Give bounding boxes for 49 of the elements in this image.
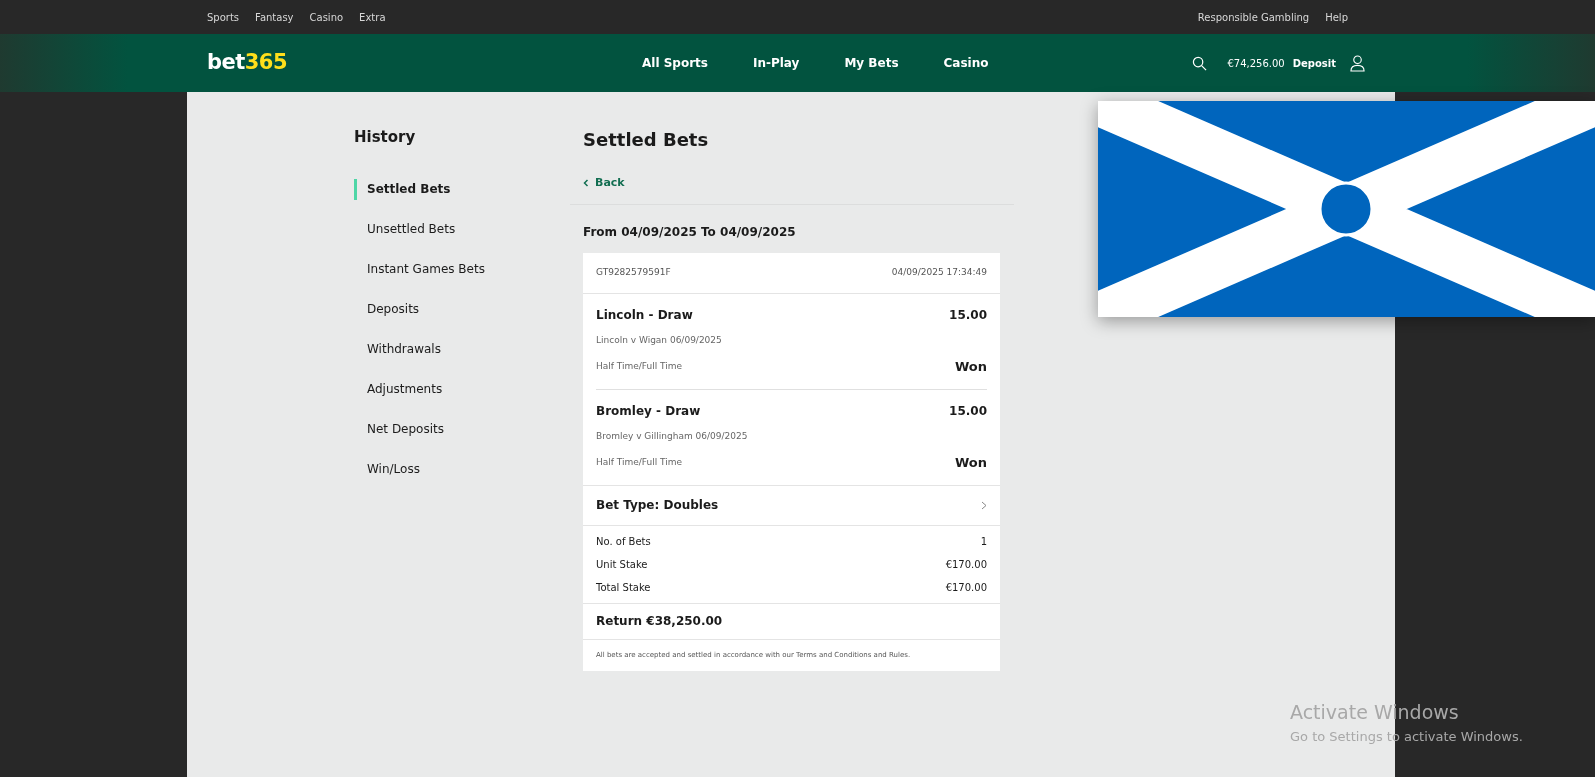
top-nav-link[interactable]: Extra <box>359 9 386 25</box>
selection-name: Lincoln - Draw <box>596 306 693 324</box>
user-icon[interactable] <box>1350 54 1365 72</box>
sidebar-item[interactable]: Net Deposits <box>354 418 583 440</box>
event-name: Bromley v Gillingham 06/09/2025 <box>596 429 749 443</box>
market-name: Half Time/Full Time <box>596 456 683 469</box>
market-name: Half Time/Full Time <box>596 360 683 373</box>
sidebar-item[interactable]: Instant Games Bets <box>354 258 583 280</box>
top-nav-link[interactable]: Sports <box>207 9 240 25</box>
top-nav-link[interactable]: Fantasy <box>255 9 294 25</box>
sidebar-item[interactable]: Settled Bets <box>354 178 583 200</box>
top-nav-link[interactable]: Help <box>1325 9 1348 25</box>
sidebar-item[interactable]: Withdrawals <box>354 338 583 360</box>
chevron-right-icon <box>981 500 987 510</box>
detail-label: No. of Bets <box>596 534 651 549</box>
bet-reference: GT9282579591F <box>596 265 671 279</box>
detail-label: Total Stake <box>596 580 651 595</box>
selection-name: Bromley - Draw <box>596 402 701 420</box>
selection-odds: 15.00 <box>949 306 987 324</box>
search-icon[interactable] <box>1192 55 1208 71</box>
bet-timestamp: 04/09/2025 17:34:49 <box>891 265 987 279</box>
nav-link[interactable]: Casino <box>943 54 989 72</box>
nav-link[interactable]: All Sports <box>642 54 708 72</box>
nav-link[interactable]: In-Play <box>752 54 800 72</box>
top-nav-link[interactable]: Casino <box>309 9 344 25</box>
deposit-link[interactable]: Deposit <box>1292 55 1336 71</box>
sidebar-item[interactable]: Win/Loss <box>354 458 583 480</box>
sidebar-item[interactable]: Adjustments <box>354 378 583 400</box>
sidebar-item[interactable]: Deposits <box>354 298 583 320</box>
nav-link[interactable]: My Bets <box>844 54 899 72</box>
result-label: Won <box>954 358 987 376</box>
event-name: Lincoln v Wigan 06/09/2025 <box>596 333 723 347</box>
back-link[interactable]: Back <box>583 175 625 192</box>
balance-amount: €74,256.00 <box>1227 56 1285 71</box>
date-range: From 04/09/2025 To 04/09/2025 <box>583 223 797 241</box>
sidebar-title: History <box>354 127 417 148</box>
return-amount: Return €38,250.00 <box>583 603 1000 640</box>
detail-value: €170.00 <box>945 580 987 595</box>
chevron-left-icon <box>583 179 589 188</box>
sidebar-item[interactable]: Unsettled Bets <box>354 218 583 240</box>
detail-label: Unit Stake <box>596 557 648 572</box>
detail-value: €170.00 <box>945 557 987 572</box>
bet-type-row[interactable]: Bet Type: Doubles <box>583 485 1000 526</box>
detail-value: 1 <box>980 534 987 549</box>
logo[interactable]: bet365 <box>207 47 297 79</box>
result-label: Won <box>954 454 987 472</box>
selection-odds: 15.00 <box>949 402 987 420</box>
page-title: Settled Bets <box>583 128 710 152</box>
top-nav-link[interactable]: Responsible Gambling <box>1197 9 1310 25</box>
